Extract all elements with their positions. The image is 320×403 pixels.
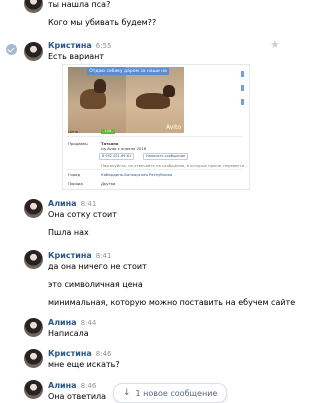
author-name[interactable]: Алина (48, 381, 77, 390)
avito-watermark: Avito (166, 124, 181, 131)
avatar[interactable] (24, 199, 43, 218)
avatar[interactable] (24, 42, 43, 61)
message-time[interactable]: 8:41 (96, 252, 112, 260)
message-time[interactable]: 8:46 (96, 350, 112, 358)
star-icon[interactable]: ★ (270, 38, 280, 51)
author-name[interactable]: Кристина (48, 349, 92, 358)
avatar[interactable] (24, 349, 43, 368)
author-name[interactable]: Кристина (48, 41, 92, 50)
message-text: да она ничего не стоит (48, 262, 147, 271)
new-messages-button[interactable]: ↓ 1 новое сообщение (113, 383, 228, 403)
author-name[interactable]: Алина (48, 318, 77, 327)
avatar[interactable] (24, 250, 43, 269)
message-text: ты нашла пса? (48, 0, 111, 9)
message-text: Она сотку стоит (48, 210, 117, 219)
message-time[interactable]: 8:41 (81, 200, 97, 208)
message-time[interactable]: 8:44 (81, 319, 97, 327)
photo-banner: Отдаю собаку даром за наши на ВАЗ (87, 68, 169, 75)
message-header: Кристина 8:41 (48, 251, 112, 260)
attached-screenshot[interactable]: Отдаю собаку даром за наши на ВАЗ Avito … (62, 64, 250, 190)
seller-label: Продавец (68, 141, 88, 146)
phone-button[interactable]: 8 952 451-69-61 (99, 153, 135, 160)
arrow-down-icon: ↓ (123, 388, 131, 398)
message-time[interactable]: 6:55 (96, 42, 112, 50)
message-header: Алина 8:46 (48, 381, 96, 390)
read-check-icon[interactable] (6, 44, 17, 55)
message-header: Кристина 6:55 (48, 41, 112, 50)
price-label: Цена (68, 129, 79, 134)
new-messages-label: 1 новое сообщение (135, 388, 218, 398)
avatar[interactable] (24, 380, 43, 399)
city-value[interactable]: Кабардино-Балкарская Республика (101, 172, 172, 177)
message-text: Есть вариант (48, 52, 105, 61)
author-name[interactable]: Кристина (48, 251, 92, 260)
message-text: мне еще искать? (48, 360, 120, 369)
write-message-button[interactable]: Написать сообщение (143, 153, 189, 160)
message-text: это символичная цена (48, 280, 143, 289)
breed-value: Другая (101, 181, 116, 186)
price-badge: 100 руб. (101, 129, 115, 138)
message-text: Кого мы убивать будем?? (48, 18, 157, 27)
message-time[interactable]: 8:46 (81, 382, 97, 390)
message-text: Написала (48, 329, 89, 338)
avatar[interactable] (24, 318, 43, 337)
message-text: Пшла нах (48, 228, 89, 237)
message-text: минимальная, которую можно поставить на … (48, 298, 296, 307)
seller-since: на Avito с апреля 2016 (101, 146, 147, 151)
author-name[interactable]: Алина (48, 199, 77, 208)
message-header: Кристина 8:46 (48, 349, 112, 358)
warning-text: Пожалуйста, не отвечайте на сообщения, в… (101, 163, 248, 168)
message-header: Алина 8:44 (48, 318, 96, 327)
message-header: Алина 8:41 (48, 199, 96, 208)
breed-label: Порода (68, 181, 83, 186)
dog-photo: Отдаю собаку даром за наши на ВАЗ Avito (68, 67, 184, 133)
avatar[interactable] (24, 0, 43, 13)
city-label: Город (68, 172, 80, 177)
